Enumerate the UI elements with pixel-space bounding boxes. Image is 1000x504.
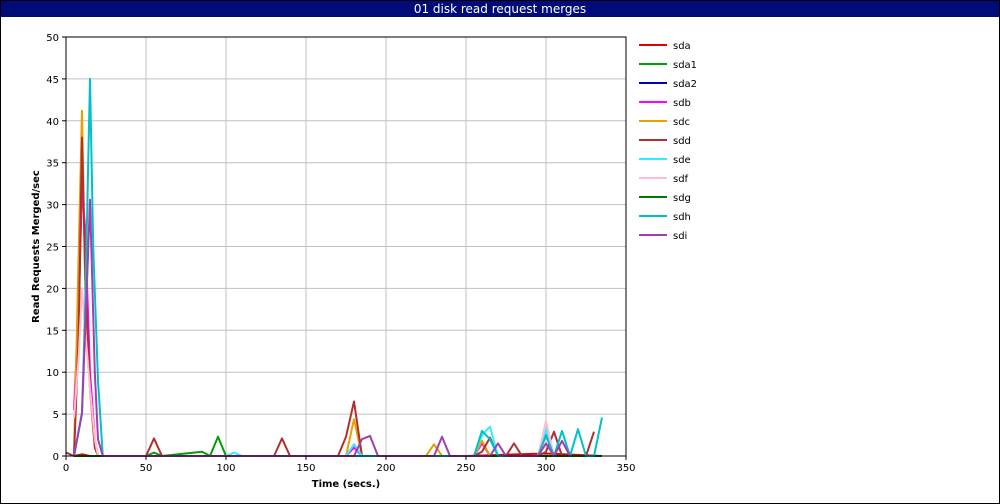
- y-tick-label: 40: [46, 117, 59, 128]
- series-line-sdd: [65, 136, 595, 457]
- chart-window: 01 disk read request merges 0 50 100 150 200…: [0, 0, 1000, 504]
- y-tick-label: 35: [46, 159, 59, 170]
- x-tick-label: 300: [536, 463, 555, 474]
- chart-svg: 0 50 100 150 200 250 300 350 0 5 10 15 20 25 30 35 40 45 5…: [31, 33, 697, 490]
- legend-label-sdf: sdf: [673, 174, 689, 185]
- legend-label-sdg: sdg: [673, 193, 691, 204]
- legend-label-sdb: sdb: [673, 98, 691, 109]
- y-tick-label: 5: [53, 410, 59, 421]
- x-tick-label: 50: [140, 463, 153, 474]
- chart-grid: [65, 36, 627, 457]
- y-tick-label: 45: [46, 75, 59, 86]
- x-tick-label: 350: [616, 463, 635, 474]
- legend-label-sdd: sdd: [673, 136, 691, 147]
- y-tick-label: 0: [53, 452, 59, 463]
- x-axis-label: Time (secs.): [312, 479, 381, 490]
- series-line-sdh: [73, 77, 603, 457]
- y-axis-label: Read Requests Merged/sec: [31, 170, 42, 323]
- x-tick-label: 150: [296, 463, 315, 474]
- y-tick-label: 30: [46, 201, 59, 212]
- axis-ticks: 0 50 100 150 200 250 300 350 0 5 10 15 20 25 30 35 40 45 5…: [46, 33, 635, 474]
- x-tick-label: 100: [216, 463, 235, 474]
- legend-label-sdi: sdi: [673, 231, 687, 242]
- y-tick-label: 25: [46, 243, 59, 254]
- legend-label-sdh: sdh: [673, 212, 691, 223]
- legend-label-sda: sda: [673, 41, 691, 52]
- legend-label-sde: sde: [673, 155, 691, 166]
- legend-label-sda1: sda1: [673, 60, 697, 71]
- x-tick-label: 200: [376, 463, 395, 474]
- x-tick-label: 0: [63, 463, 69, 474]
- y-tick-label: 50: [46, 33, 59, 44]
- legend-label-sda2: sda2: [673, 79, 697, 90]
- legend-label-sdc: sdc: [673, 117, 690, 128]
- chart-legend: sda sda1 sda2 sdb sdc sdd sde sdf sdg sdh sdi: [639, 41, 697, 242]
- y-tick-label: 10: [46, 368, 59, 379]
- series-line-sdi: [73, 198, 571, 457]
- y-tick-label: 20: [46, 284, 59, 295]
- y-tick-label: 15: [46, 326, 59, 337]
- series-line-sdb: [73, 186, 602, 457]
- x-tick-label: 250: [456, 463, 475, 474]
